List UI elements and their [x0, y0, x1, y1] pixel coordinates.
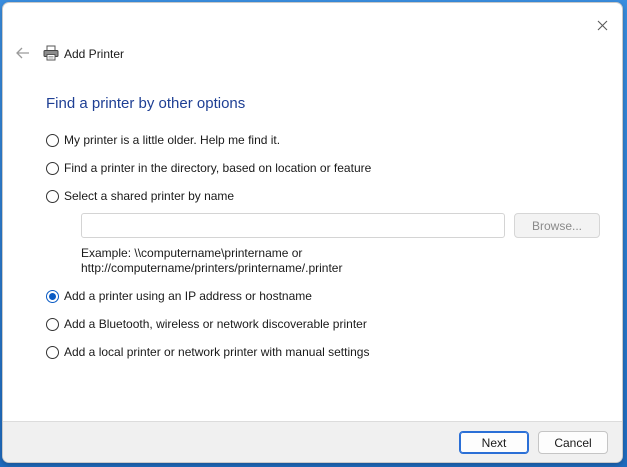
example-line: Example: \\computername\printername or — [81, 246, 303, 260]
option-local-printer[interactable]: Add a local printer or network printer w… — [46, 343, 369, 361]
dialog-footer: Next Cancel — [3, 421, 622, 462]
option-label: My printer is a little older. Help me fi… — [64, 133, 281, 147]
close-button[interactable] — [592, 15, 612, 35]
option-label: Add a Bluetooth, wireless or network dis… — [64, 317, 367, 331]
option-label: Find a printer in the directory, based o… — [64, 161, 372, 175]
next-button[interactable]: Next — [459, 431, 529, 454]
radio-button[interactable] — [46, 161, 59, 175]
option-label: Select a shared printer by name — [64, 189, 235, 203]
option-ip-address[interactable]: Add a printer using an IP address or hos… — [46, 287, 312, 305]
window-title: Add Printer — [64, 47, 125, 61]
option-older-printer[interactable]: My printer is a little older. Help me fi… — [46, 131, 280, 149]
option-directory-search[interactable]: Find a printer in the directory, based o… — [46, 159, 371, 177]
add-printer-dialog: Add Printer Find a printer by other opti… — [2, 2, 623, 463]
radio-button[interactable] — [46, 345, 59, 359]
radio-button-selected[interactable] — [46, 289, 59, 303]
radio-button[interactable] — [46, 133, 59, 147]
back-arrow-icon — [16, 47, 29, 59]
radio-button[interactable] — [46, 189, 59, 203]
back-button[interactable] — [13, 43, 33, 63]
option-label: Add a printer using an IP address or hos… — [64, 289, 312, 303]
page-heading: Find a printer by other options — [46, 95, 246, 112]
option-bluetooth-wireless[interactable]: Add a Bluetooth, wireless or network dis… — [46, 315, 367, 333]
browse-button[interactable]: Browse... — [514, 213, 600, 238]
option-label: Add a local printer or network printer w… — [64, 345, 370, 359]
cancel-button[interactable]: Cancel — [538, 431, 608, 454]
example-line: http://computername/printers/printername… — [81, 261, 343, 275]
printer-icon — [43, 45, 59, 61]
title-bar: Add Printer — [3, 39, 622, 67]
close-icon — [597, 20, 607, 30]
option-shared-printer[interactable]: Select a shared printer by name — [46, 187, 234, 205]
radio-button[interactable] — [46, 317, 59, 331]
shared-printer-name-input[interactable] — [81, 213, 505, 238]
example-hint: Example: \\computername\printername or h… — [81, 246, 411, 276]
